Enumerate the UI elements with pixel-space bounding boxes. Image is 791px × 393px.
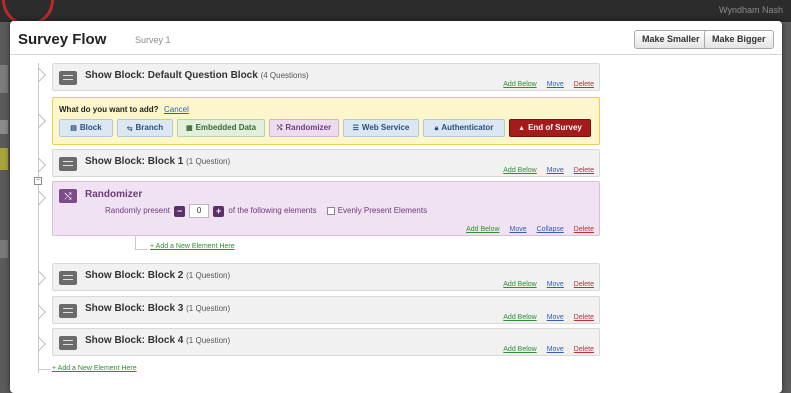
user-menu[interactable]: Wyndham Nash — [719, 5, 783, 15]
add-authenticator-button[interactable]: 🔒︎ Authenticator — [423, 119, 505, 137]
make-smaller-button[interactable]: Make Smaller — [634, 30, 708, 49]
present-count-input[interactable]: 0 — [189, 204, 210, 218]
randomizer-title: Randomizer — [85, 189, 143, 200]
block-title: Show Block: Block 4 (1 Question) — [85, 335, 231, 346]
background-tab — [0, 148, 8, 170]
delete-link[interactable]: Delete — [574, 167, 594, 174]
flow-arrow-icon — [31, 304, 47, 320]
add-web-service-button[interactable]: ☰ Web Service — [343, 119, 419, 137]
increment-button[interactable]: + — [213, 205, 225, 217]
move-link[interactable]: Move — [547, 167, 564, 174]
add-embedded-data-button[interactable]: ▦ Embedded Data — [177, 119, 265, 137]
flow-arrow-icon — [31, 157, 47, 173]
branch-icon: ⥃ — [126, 125, 133, 132]
add-element-panel: What do you want to add? Cancel ▤ Block ⥃… — [52, 97, 600, 145]
cancel-link[interactable]: Cancel — [164, 105, 189, 114]
block-actions: Add Below Move Delete — [495, 346, 594, 353]
block-icon — [59, 336, 77, 350]
block-icon — [59, 157, 77, 171]
question-count: (1 Question) — [186, 271, 231, 280]
collapse-link[interactable]: Collapse — [537, 226, 564, 233]
add-new-element-link[interactable]: + Add a New Element Here — [52, 365, 137, 372]
block-icon — [59, 304, 77, 318]
collapse-toggle-icon[interactable]: − — [34, 177, 42, 185]
flow-block: Show Block: Block 3 (1 Question) Add Bel… — [52, 296, 600, 324]
delete-link[interactable]: Delete — [574, 281, 594, 288]
question-count: (4 Questions) — [260, 71, 309, 80]
block-actions: Add Below Move Delete — [495, 281, 594, 288]
feed-icon: ☰ — [352, 125, 359, 132]
add-below-link[interactable]: Add Below — [503, 167, 536, 174]
move-link[interactable]: Move — [547, 81, 564, 88]
add-below-link[interactable]: Add Below — [503, 346, 536, 353]
move-link[interactable]: Move — [509, 226, 526, 233]
block-actions: Add Below Move Delete — [495, 81, 594, 88]
flow-connector-line — [38, 63, 39, 373]
delete-link[interactable]: Delete — [574, 346, 594, 353]
add-block-button[interactable]: ▤ Block — [59, 119, 113, 137]
nested-connector — [135, 236, 136, 250]
flow-arrow-icon — [31, 190, 47, 206]
make-bigger-button[interactable]: Make Bigger — [704, 30, 774, 49]
flow-arrow-icon — [31, 113, 47, 129]
decrement-button[interactable]: − — [174, 205, 186, 217]
block-title: Show Block: Block 1 (1 Question) — [85, 156, 231, 167]
add-below-link[interactable]: Add Below — [503, 81, 536, 88]
add-below-link[interactable]: Add Below — [503, 281, 536, 288]
delete-link[interactable]: Delete — [574, 314, 594, 321]
delete-link[interactable]: Delete — [574, 81, 594, 88]
flow-block: Show Block: Default Question Block (4 Qu… — [52, 63, 600, 91]
flow-block: Show Block: Block 2 (1 Question) Add Bel… — [52, 263, 600, 291]
randomizer-element: ⤭ Randomizer Randomly present −0 + of the… — [52, 181, 600, 236]
shuffle-icon: ⤭ — [59, 189, 77, 203]
nested-connector — [135, 249, 147, 250]
page-title: Survey Flow — [18, 31, 107, 48]
move-link[interactable]: Move — [547, 346, 564, 353]
background-tab — [0, 120, 8, 134]
block-icon — [59, 271, 77, 285]
move-link[interactable]: Move — [547, 281, 564, 288]
warning-icon: ▲ — [518, 125, 526, 132]
flow-arrow-icon — [31, 270, 47, 286]
lock-icon: 🔒︎ — [434, 125, 439, 132]
shuffle-icon: ⤭ — [276, 125, 283, 132]
flow-block: Show Block: Block 1 (1 Question) Add Bel… — [52, 149, 600, 177]
evenly-present-checkbox[interactable] — [326, 207, 335, 215]
question-count: (1 Question) — [186, 304, 231, 313]
block-title: Show Block: Block 3 (1 Question) — [85, 303, 231, 314]
block-title: Show Block: Block 2 (1 Question) — [85, 270, 231, 281]
add-randomizer-button[interactable]: ⤭ Randomizer — [269, 119, 339, 137]
app-top-bar: Wyndham Nash — [0, 0, 791, 22]
question-count: (1 Question) — [186, 336, 231, 345]
block-actions: Add Below Move Delete — [495, 314, 594, 321]
flow-block: Show Block: Block 4 (1 Question) Add Bel… — [52, 328, 600, 356]
block-icon — [59, 71, 77, 85]
add-new-element-link[interactable]: + Add a New Element Here — [150, 243, 235, 250]
randomizer-prefix: Randomly present — [105, 206, 170, 216]
randomizer-settings: Randomly present −0 + of the following el… — [105, 204, 427, 218]
add-end-of-survey-button[interactable]: ▲ End of Survey — [509, 119, 591, 137]
add-below-link[interactable]: Add Below — [466, 226, 499, 233]
list-icon: ▤ — [70, 125, 77, 132]
background-tab — [0, 65, 8, 93]
flow-arrow-icon — [31, 67, 47, 83]
add-branch-button[interactable]: ⥃ Branch — [117, 119, 173, 137]
randomizer-suffix: of the following elements — [228, 206, 317, 216]
flow-connector-line — [38, 369, 50, 370]
block-title: Show Block: Default Question Block (4 Qu… — [85, 70, 309, 81]
survey-name: Survey 1 — [135, 35, 171, 45]
add-prompt: What do you want to add? — [59, 105, 159, 114]
question-count: (1 Question) — [186, 157, 231, 166]
flow-arrow-icon — [31, 336, 47, 352]
modal-header: Survey Flow Survey 1 Make Smaller Make B… — [10, 21, 782, 55]
randomizer-actions: Add Below Move Collapse Delete — [458, 226, 594, 233]
move-link[interactable]: Move — [547, 314, 564, 321]
background-tab — [0, 240, 8, 258]
block-actions: Add Below Move Delete — [495, 167, 594, 174]
delete-link[interactable]: Delete — [574, 226, 594, 233]
survey-flow-modal: Survey Flow Survey 1 Make Smaller Make B… — [10, 21, 782, 393]
add-below-link[interactable]: Add Below — [503, 314, 536, 321]
data-icon: ▦ — [185, 125, 193, 132]
evenly-present-label: Evenly Present Elements — [337, 206, 428, 216]
